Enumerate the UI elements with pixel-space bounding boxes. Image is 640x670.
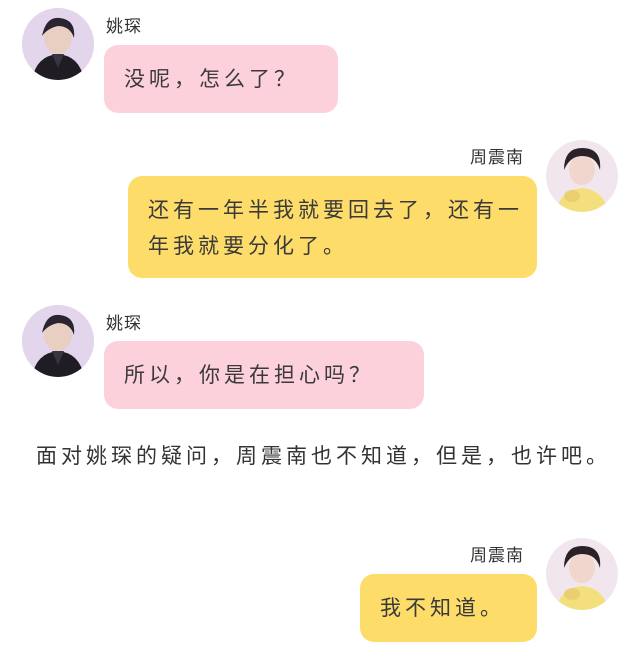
- sender-name: 姚琛: [106, 314, 142, 334]
- avatar-yaochen[interactable]: [22, 305, 94, 377]
- chat-bubble[interactable]: 我不知道。: [360, 574, 537, 642]
- sender-name: 姚琛: [106, 17, 142, 37]
- message-text: 我不知道。: [380, 596, 505, 620]
- sender-name: 周震南: [470, 546, 524, 566]
- chat-bubble[interactable]: 还有一年半我就要回去了，还有一年我就要分化了。: [128, 176, 537, 278]
- chat-bubble[interactable]: 没呢，怎么了？: [104, 45, 338, 113]
- avatar-zhouzhennan[interactable]: [546, 538, 618, 610]
- narration-text: 面对姚琛的疑问，周震南也不知道，但是，也许吧。: [36, 444, 611, 468]
- message-text: 还有一年半我就要回去了，还有一年我就要分化了。: [148, 198, 523, 258]
- avatar-yaochen[interactable]: [22, 8, 94, 80]
- chat-bubble[interactable]: 所以，你是在担心吗？: [104, 341, 424, 409]
- message-text: 没呢，怎么了？: [124, 67, 299, 91]
- sender-name: 周震南: [470, 148, 524, 168]
- avatar-zhouzhennan[interactable]: [546, 140, 618, 212]
- message-text: 所以，你是在担心吗？: [124, 363, 374, 387]
